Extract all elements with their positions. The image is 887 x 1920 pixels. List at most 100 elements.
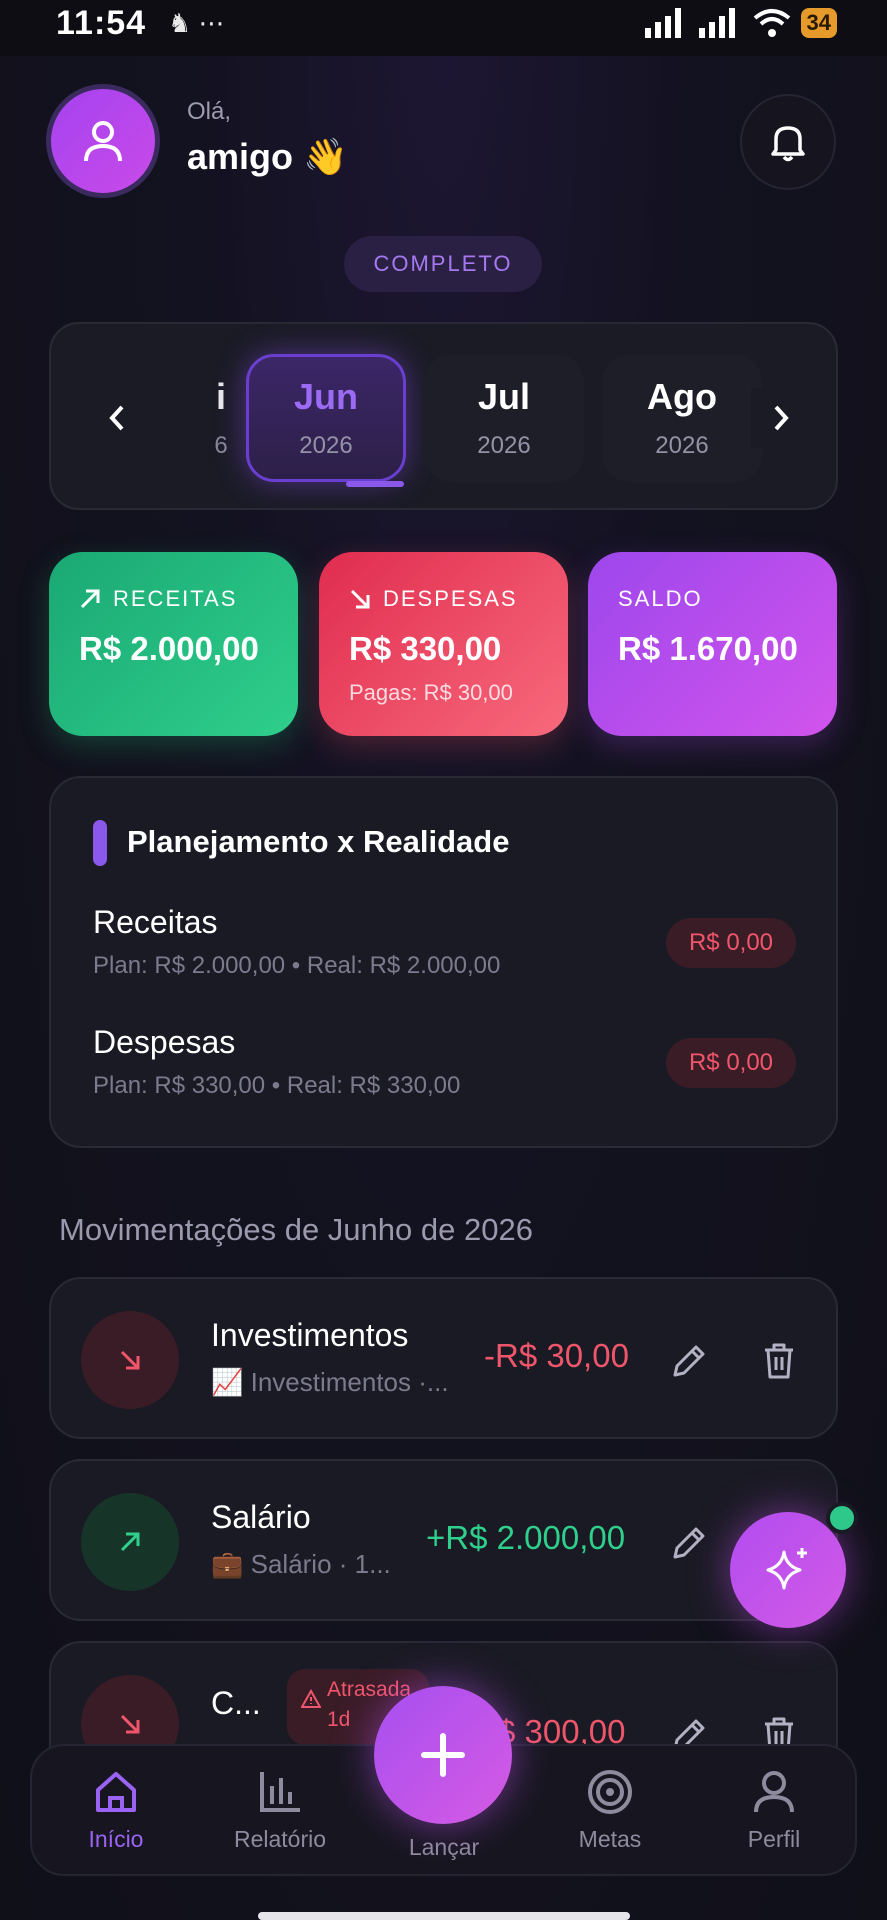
income-type-icon [81, 1493, 179, 1591]
status-time: 11:54 [56, 4, 147, 42]
month-item-jun[interactable]: Jun 2026 [246, 354, 406, 482]
income-label: RECEITAS [79, 586, 268, 612]
month-name: i [215, 376, 226, 417]
home-icon [96, 1772, 136, 1812]
month-name: Ago [647, 376, 717, 417]
expense-paid: Pagas: R$ 30,00 [349, 680, 513, 705]
expense-card[interactable]: DESPESAS R$ 330,00 Pagas: R$ 30,00 [319, 552, 568, 736]
balance-value: R$ 1.670,00 [618, 630, 798, 667]
transaction-title: Investimentos [211, 1317, 409, 1353]
nav-label: Relatório [233, 1826, 327, 1852]
planning-income-sub: Plan: R$ 2.000,00 • Real: R$ 2.000,00 [93, 952, 501, 979]
month-year: 2026 [477, 432, 531, 459]
month-name: Jul [477, 376, 530, 417]
nav-label: Perfil [747, 1826, 801, 1852]
pencil-icon[interactable] [667, 1521, 711, 1565]
chart-emoji: 📈 [211, 1367, 244, 1397]
arrow-up-right-icon [80, 589, 100, 609]
transaction-title: Salário [211, 1499, 311, 1535]
arrow-down-right-icon [120, 1350, 140, 1370]
transaction-row[interactable]: Salário 💼 Salário · 1... +R$ 2.000,00 [49, 1459, 838, 1621]
signal-icon [644, 8, 681, 38]
transaction-category: Salário · 1... [250, 1549, 391, 1579]
transaction-subtitle: 📈 Investimentos ·... [211, 1367, 449, 1398]
nav-label: Início [88, 1826, 144, 1852]
balance-card[interactable]: SALDO R$ 1.670,00 [588, 552, 837, 736]
month-active-indicator [346, 481, 404, 487]
notification-icons: ♞ ⋯ [168, 8, 225, 38]
transaction-amount: -R$ 30,00 [484, 1337, 629, 1374]
month-selector: i 6 Jun 2026 Jul 2026 Ago 2026 [49, 322, 838, 510]
user-name: amigo 👋 [187, 136, 348, 178]
month-year: 6 [214, 432, 228, 459]
expense-label: DESPESAS [349, 586, 538, 612]
user-name-text: amigo [187, 136, 294, 177]
nav-perfil[interactable]: Perfil [714, 1768, 834, 1853]
notifications-button[interactable] [740, 94, 836, 190]
transaction-row[interactable]: Investimentos 📈 Investimentos ·... -R$ 3… [49, 1277, 838, 1439]
wave-emoji: 👋 [303, 136, 348, 177]
nav-inicio[interactable]: Início [56, 1768, 176, 1853]
month-name: Jun [293, 376, 358, 417]
ai-assistant-button[interactable] [730, 1512, 846, 1628]
bar-chart-icon [260, 1772, 300, 1812]
warning-icon [301, 1689, 321, 1708]
transaction-title: C... [211, 1685, 261, 1721]
expense-label-text: DESPESAS [383, 586, 518, 611]
battery-icon: 34 [800, 8, 837, 38]
briefcase-emoji: 💼 [211, 1549, 244, 1579]
month-year: 2026 [299, 432, 353, 459]
planning-title: Planejamento x Realidade [127, 824, 510, 859]
greeting-label: Olá, [187, 98, 232, 125]
user-icon [754, 1771, 794, 1813]
transaction-amount: +R$ 2.000,00 [426, 1519, 626, 1556]
online-indicator [826, 1502, 858, 1534]
nav-metas[interactable]: Metas [550, 1768, 670, 1853]
nav-relatorio[interactable]: Relatório [220, 1768, 340, 1853]
transactions-section-title: Movimentações de Junho de 2026 [59, 1212, 533, 1247]
chevron-left-icon [109, 405, 124, 431]
transaction-category: Investimentos ·... [250, 1367, 449, 1397]
home-indicator[interactable] [258, 1912, 630, 1920]
planning-income-label: Receitas [93, 904, 218, 940]
month-item-jul[interactable]: Jul 2026 [424, 354, 584, 482]
status-bar: 11:54 ♞ ⋯ 34 [0, 0, 887, 56]
target-icon [588, 1770, 632, 1814]
planning-card: Planejamento x Realidade Receitas Plan: … [49, 776, 838, 1148]
income-value: R$ 2.000,00 [79, 630, 259, 667]
income-card[interactable]: RECEITAS R$ 2.000,00 [49, 552, 298, 736]
trash-icon[interactable] [757, 1339, 801, 1383]
pencil-icon[interactable] [667, 1339, 711, 1383]
nav-label: Lançar [408, 1834, 480, 1860]
signal-icon-2 [698, 8, 735, 38]
bell-icon [771, 126, 805, 162]
month-year: 2026 [655, 432, 709, 459]
arrow-down-right-icon [120, 1714, 140, 1734]
user-icon [84, 121, 122, 162]
planning-expense-label: Despesas [93, 1024, 236, 1060]
next-month-button[interactable] [751, 388, 811, 448]
title-accent-bar [93, 820, 107, 866]
planning-expense-sub: Plan: R$ 330,00 • Real: R$ 330,00 [93, 1072, 461, 1099]
balance-label: SALDO [618, 586, 703, 611]
sparkles-icon [766, 1548, 807, 1590]
planning-expense-diff: R$ 0,00 [666, 1038, 796, 1088]
chevron-right-icon [774, 405, 789, 431]
nav-label: Metas [578, 1826, 642, 1852]
transaction-subtitle: 💼 Salário · 1... [211, 1549, 391, 1580]
planning-income-diff: R$ 0,00 [666, 918, 796, 968]
avatar[interactable] [46, 84, 160, 198]
prev-month-button[interactable] [97, 388, 137, 448]
plan-badge: COMPLETO [344, 236, 542, 292]
expense-value: R$ 330,00 [349, 630, 502, 667]
arrow-down-right-icon [350, 589, 370, 609]
income-label-text: RECEITAS [113, 586, 238, 611]
plus-icon [421, 1733, 465, 1777]
add-transaction-button[interactable] [374, 1686, 512, 1824]
expense-type-icon [81, 1311, 179, 1409]
wifi-icon [753, 9, 790, 37]
arrow-up-right-icon [120, 1532, 140, 1552]
status-right-icons: 34 [644, 8, 837, 38]
nav-lancar[interactable]: Lançar [384, 1824, 504, 1861]
month-item-ago[interactable]: Ago 2026 [602, 354, 762, 482]
